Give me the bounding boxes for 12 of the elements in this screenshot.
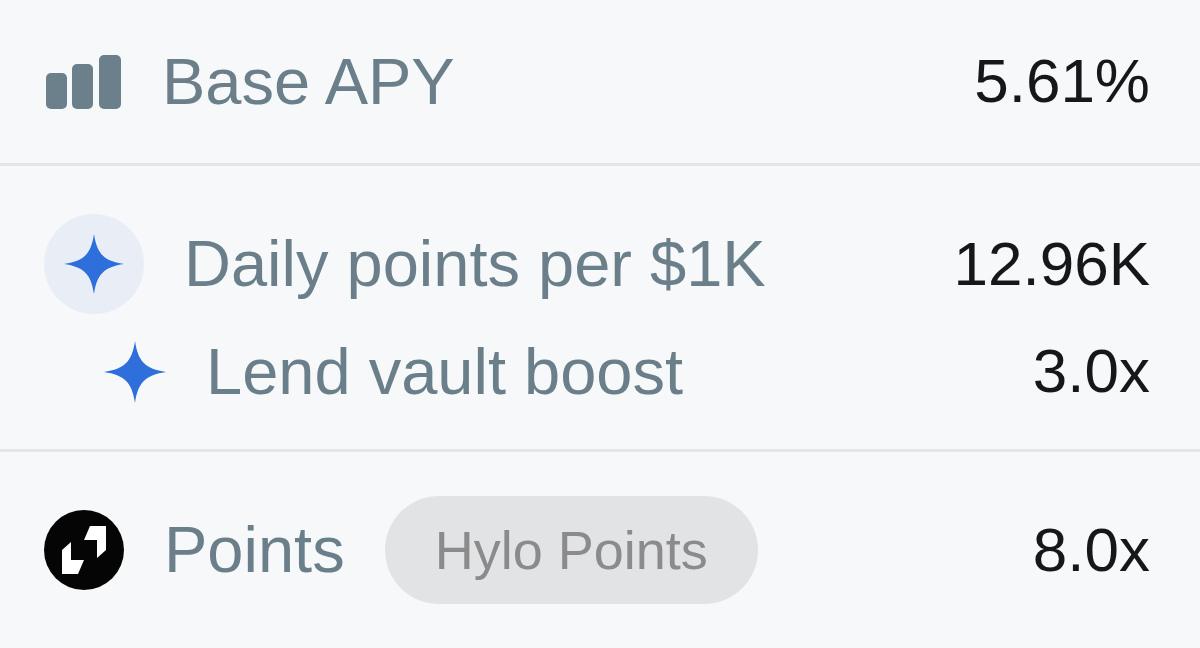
metric-value: 3.0x (1032, 337, 1150, 406)
program-tag: Hylo Points (384, 495, 758, 605)
bar-chart-icon (46, 54, 122, 109)
metric-value: 12.96K (953, 229, 1150, 298)
metric-value: 8.0x (1032, 515, 1150, 585)
metric-value: 5.61% (974, 47, 1150, 116)
metric-label: Base APY (162, 45, 455, 118)
sparkle-icon (44, 213, 144, 314)
metric-label: Lend vault boost (206, 335, 684, 408)
metric-label: Points (164, 514, 345, 586)
logo-icon (44, 510, 124, 590)
metric-label: Daily points per $1K (184, 228, 766, 300)
